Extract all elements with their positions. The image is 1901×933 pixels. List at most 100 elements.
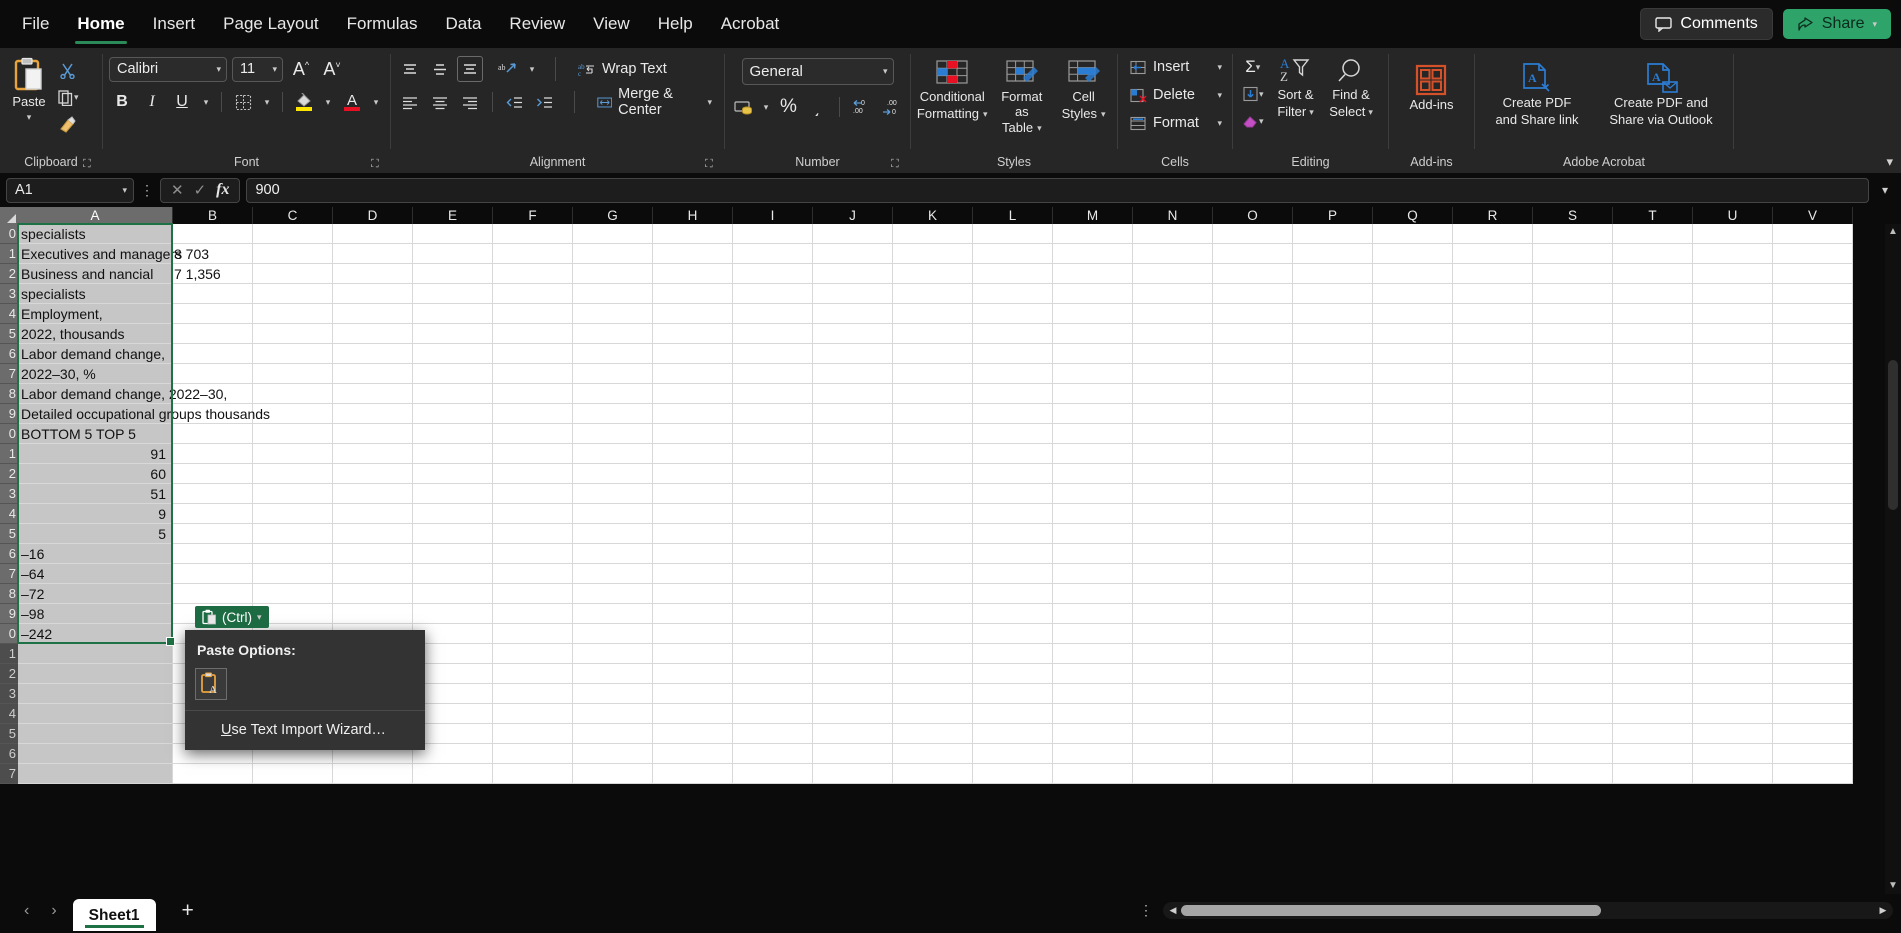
grid-cell[interactable]: [173, 344, 253, 364]
row-header[interactable]: 9: [0, 404, 18, 424]
tab-review[interactable]: Review: [495, 8, 579, 40]
grid-cell[interactable]: [173, 544, 253, 564]
grid-cell[interactable]: [973, 444, 1053, 464]
grid-cell[interactable]: [1053, 424, 1133, 444]
row-header[interactable]: 0: [0, 624, 18, 644]
align-center-button[interactable]: [427, 89, 453, 115]
increase-font-size-button[interactable]: A^: [288, 56, 314, 82]
alignment-dialog-launcher[interactable]: ⛶: [705, 157, 719, 171]
row-header[interactable]: 0: [0, 424, 18, 444]
grid-cell[interactable]: [1773, 664, 1853, 684]
grid-cell[interactable]: [1693, 284, 1773, 304]
row-header[interactable]: 2: [0, 664, 18, 684]
create-pdf-share-link-button[interactable]: A Create PDF and Share link: [1485, 60, 1589, 129]
grid-cell[interactable]: Labor demand change,: [18, 344, 173, 364]
grid-cell[interactable]: [653, 484, 733, 504]
grid-cell[interactable]: [1693, 244, 1773, 264]
grid-cell[interactable]: 60: [18, 464, 173, 484]
comma-style-button[interactable]: ͵: [805, 94, 831, 120]
grid-cell[interactable]: [1773, 464, 1853, 484]
tab-file[interactable]: File: [8, 8, 63, 40]
grid-cell[interactable]: [1693, 724, 1773, 744]
grid-cell[interactable]: [813, 684, 893, 704]
grid-cell[interactable]: [973, 404, 1053, 424]
grid-cell[interactable]: [1133, 444, 1213, 464]
grid-cell[interactable]: [1773, 384, 1853, 404]
grid-cell[interactable]: [1613, 224, 1693, 244]
grid-cell[interactable]: [1773, 764, 1853, 784]
grid-cell[interactable]: [1293, 744, 1373, 764]
grid-cell[interactable]: [573, 404, 653, 424]
grid-cell[interactable]: [733, 724, 813, 744]
grid-cell[interactable]: [1293, 544, 1373, 564]
grid-cell[interactable]: [1533, 244, 1613, 264]
grid-cell[interactable]: [733, 264, 813, 284]
grid-cell[interactable]: [573, 504, 653, 524]
grid-cell[interactable]: [1613, 244, 1693, 264]
next-sheet-icon[interactable]: ›: [51, 902, 56, 920]
align-top-button[interactable]: [397, 56, 423, 82]
grid-cell[interactable]: [173, 584, 253, 604]
grid-cell[interactable]: [1053, 264, 1133, 284]
grid-cell[interactable]: [173, 224, 253, 244]
grid-cell[interactable]: [813, 364, 893, 384]
grid-cell[interactable]: [573, 224, 653, 244]
grid-cell[interactable]: [1133, 644, 1213, 664]
grid-cell[interactable]: [893, 424, 973, 444]
grid-cell[interactable]: [253, 504, 333, 524]
grid-cell[interactable]: [733, 284, 813, 304]
grid-cell[interactable]: [1213, 244, 1293, 264]
grid-cell[interactable]: [893, 564, 973, 584]
grid-cell[interactable]: [573, 544, 653, 564]
cancel-icon[interactable]: ✕: [171, 181, 184, 199]
align-bottom-button[interactable]: [457, 56, 483, 82]
copy-button[interactable]: ▾: [54, 84, 82, 110]
grid-cell[interactable]: [893, 524, 973, 544]
column-header-l[interactable]: L: [973, 207, 1053, 224]
grid-cell[interactable]: [653, 344, 733, 364]
grid-cell[interactable]: [1693, 704, 1773, 724]
find-select-button[interactable]: Find & Select▾: [1325, 54, 1378, 121]
grid-cell[interactable]: [333, 764, 413, 784]
grid-cell[interactable]: [893, 584, 973, 604]
grid-cell[interactable]: [813, 284, 893, 304]
grid-cell[interactable]: [413, 724, 493, 744]
grid-cell[interactable]: [1533, 624, 1613, 644]
grid-cell[interactable]: [1693, 584, 1773, 604]
grid-cell[interactable]: [493, 404, 573, 424]
grid-cell[interactable]: [1213, 344, 1293, 364]
grid-cell[interactable]: [653, 244, 733, 264]
grid-cell[interactable]: [733, 604, 813, 624]
grid-cell[interactable]: [813, 644, 893, 664]
grid-cell[interactable]: [413, 424, 493, 444]
grid-cell[interactable]: [653, 684, 733, 704]
row-header[interactable]: 7: [0, 764, 18, 784]
grid-cell[interactable]: [1133, 744, 1213, 764]
grid-cell[interactable]: [413, 584, 493, 604]
grid-cell[interactable]: [493, 504, 573, 524]
grid-cell[interactable]: [893, 224, 973, 244]
grid-cell[interactable]: [1773, 444, 1853, 464]
grid-cell[interactable]: [973, 624, 1053, 644]
grid-cell[interactable]: [973, 664, 1053, 684]
grid-cell[interactable]: [653, 364, 733, 384]
align-middle-button[interactable]: [427, 56, 453, 82]
grid-cell[interactable]: [973, 384, 1053, 404]
grid-cell[interactable]: [1613, 524, 1693, 544]
comments-button[interactable]: Comments: [1640, 8, 1772, 40]
fill-button[interactable]: ▾: [1239, 81, 1267, 107]
grid-cell[interactable]: [1053, 304, 1133, 324]
grid-cell[interactable]: [653, 704, 733, 724]
grid-cell[interactable]: [893, 324, 973, 344]
grid-cell[interactable]: [813, 464, 893, 484]
grid-cell[interactable]: [1533, 224, 1613, 244]
grid-cell[interactable]: [1293, 264, 1373, 284]
grid-cell[interactable]: [413, 464, 493, 484]
grid-cell[interactable]: [413, 624, 493, 644]
grid-cell[interactable]: [1613, 504, 1693, 524]
grid-cell[interactable]: [573, 344, 653, 364]
grid-cell[interactable]: [573, 764, 653, 784]
grid-cell[interactable]: [1693, 664, 1773, 684]
grid-cell[interactable]: [1773, 684, 1853, 704]
grid-cell[interactable]: [1613, 284, 1693, 304]
